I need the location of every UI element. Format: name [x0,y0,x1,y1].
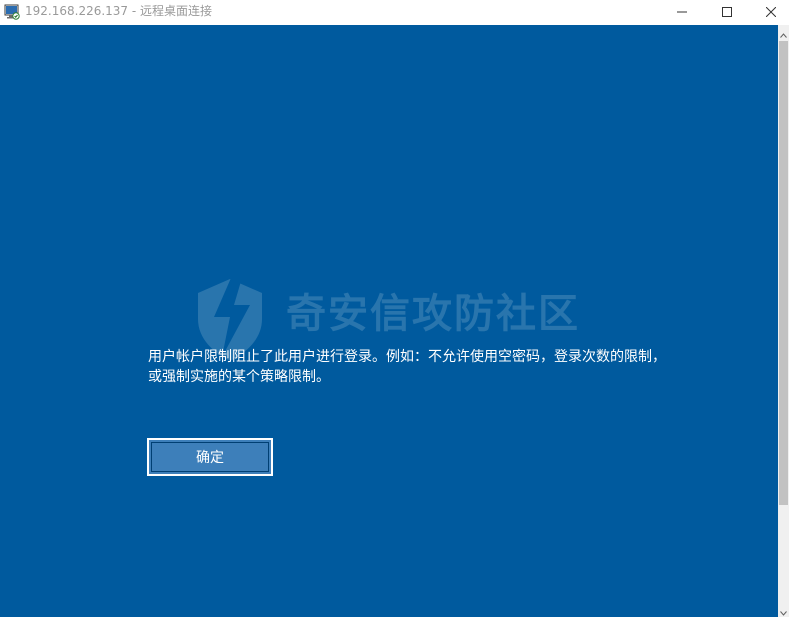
error-message-line-1: 用户帐户限制阻止了此用户进行登录。例如：不允许使用空密码，登录次数的限制， [148,349,666,365]
title-bar[interactable]: 192.168.226.137 - 远程桌面连接 [0,0,789,24]
close-icon [765,2,777,21]
scroll-up-arrow-icon [780,23,787,42]
scroll-down-arrow-icon [780,601,787,617]
error-message-line-2: 或强制实施的某个策略限制。 [148,369,330,385]
window-title: 192.168.226.137 - 远程桌面连接 [25,4,213,18]
minimize-icon [677,2,687,21]
remote-desktop-window: 192.168.226.137 - 远程桌面连接 奇安信攻防社区 用户帐户限制阻… [0,0,789,617]
error-message: 用户帐户限制阻止了此用户进行登录。例如：不允许使用空密码，登录次数的限制， 或强… [148,347,728,387]
vertical-scrollbar[interactable] [778,25,789,617]
scroll-up-button[interactable] [778,25,789,39]
maximize-button[interactable] [704,0,750,22]
minimize-button[interactable] [659,0,705,22]
remote-screen[interactable]: 奇安信攻防社区 用户帐户限制阻止了此用户进行登录。例如：不允许使用空密码，登录次… [0,25,778,617]
remote-desktop-icon[interactable] [4,4,20,20]
ok-button[interactable]: 确定 [147,438,273,476]
ok-button-focus-ring [151,442,269,472]
close-button[interactable] [748,0,789,22]
watermark-text: 奇安信攻防社区 [286,291,580,337]
scrollbar-thumb[interactable] [779,41,788,505]
scroll-down-button[interactable] [778,603,789,617]
maximize-icon [722,2,732,21]
